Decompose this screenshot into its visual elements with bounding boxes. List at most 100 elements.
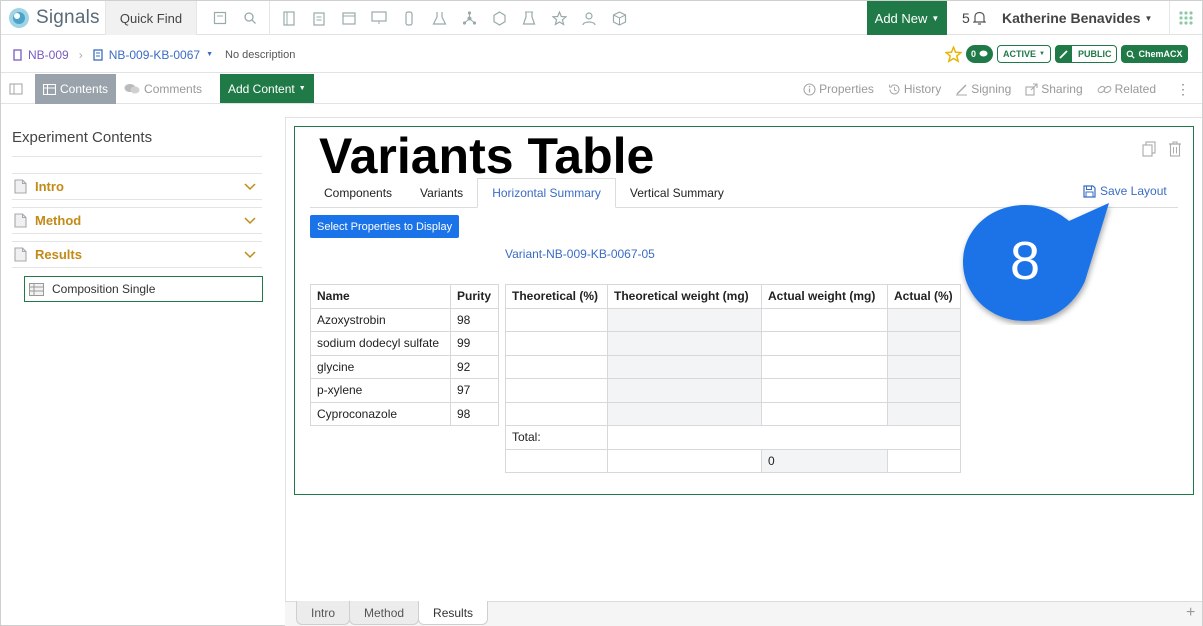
theoretical-pct-cell[interactable]	[505, 307, 608, 332]
save-icon	[1083, 184, 1096, 198]
column-header: Theoretical (%)	[505, 284, 608, 309]
notebook-icon[interactable]	[274, 1, 304, 35]
column-header: Name	[310, 284, 451, 309]
notebook-icon	[13, 48, 22, 61]
component-name: Cyproconazole	[310, 401, 451, 426]
experiment-contents-title: Experiment Contents	[12, 129, 153, 146]
caret-down-icon[interactable]: ▼	[206, 51, 213, 58]
tab-variants[interactable]: Variants	[406, 178, 477, 208]
hexagon-icon[interactable]	[484, 1, 514, 35]
actual-weight-cell[interactable]	[761, 331, 888, 356]
table-row: glycine 92	[310, 354, 499, 379]
actual-weight-cell[interactable]	[761, 401, 888, 426]
top-icon-bar	[205, 1, 634, 35]
history-icon	[888, 83, 901, 96]
actual-weight-cell[interactable]	[761, 307, 888, 332]
active-status-label: ACTIVE	[1003, 49, 1037, 59]
apps-grid-button[interactable]	[1169, 1, 1202, 35]
user-menu[interactable]: Katherine Benavides ▼	[1002, 1, 1152, 35]
trash-icon[interactable]	[1168, 141, 1182, 157]
cube-icon[interactable]	[604, 1, 634, 35]
calculator-icon[interactable]	[205, 1, 235, 35]
properties-button[interactable]: Properties	[803, 82, 874, 96]
add-new-button[interactable]: Add New ▼	[867, 1, 947, 35]
info-icon	[803, 82, 816, 96]
composition-single-item[interactable]: Composition Single	[24, 276, 263, 302]
table-row: sodium dodecyl sulfate 99	[310, 331, 499, 356]
add-content-label: Add Content	[228, 81, 295, 96]
favorite-star-icon[interactable]	[945, 45, 962, 63]
sharing-label: Sharing	[1041, 82, 1083, 96]
comments-tab[interactable]: Comments	[116, 74, 210, 104]
toolbar-right: Properties History Signing Sharing Relat…	[803, 74, 1190, 104]
copy-icon[interactable]	[1142, 141, 1156, 157]
variant-link[interactable]: Variant-NB-009-KB-0067-05	[505, 247, 655, 261]
search-icon[interactable]	[235, 1, 265, 35]
bottom-tab-intro[interactable]: Intro	[296, 601, 351, 625]
chevron-down-icon[interactable]	[244, 250, 256, 259]
theoretical-pct-cell[interactable]	[505, 331, 608, 356]
theoretical-weight-cell	[607, 331, 762, 356]
app-logo[interactable]: Signals	[7, 5, 100, 31]
notifications[interactable]: 5	[962, 1, 986, 35]
total-spacer	[607, 425, 961, 450]
beaker-icon[interactable]	[514, 1, 544, 35]
bottom-tab-method[interactable]: Method	[349, 601, 420, 625]
theoretical-pct-cell[interactable]	[505, 378, 608, 403]
comment-count-badge[interactable]: 0	[966, 45, 994, 63]
breadcrumb-experiment[interactable]: NB-009-KB-0067	[109, 48, 200, 62]
chevron-down-icon[interactable]	[244, 182, 256, 191]
notification-count: 5	[962, 10, 970, 26]
table-row: Cyproconazole 98	[310, 401, 499, 426]
chevron-down-icon[interactable]	[244, 216, 256, 225]
total-actual-pct	[887, 448, 961, 473]
total-label: Total:	[505, 425, 608, 450]
chemacx-search-button[interactable]: ChemACX	[1121, 45, 1188, 63]
related-button[interactable]: Related	[1097, 82, 1156, 96]
more-options-icon[interactable]: ⋮	[1176, 81, 1190, 98]
quick-find-button[interactable]: Quick Find	[105, 1, 197, 35]
theoretical-pct-cell[interactable]	[505, 401, 608, 426]
active-status-dropdown[interactable]: ACTIVE ▼	[997, 45, 1051, 63]
theoretical-pct-cell[interactable]	[505, 354, 608, 379]
tab-components[interactable]: Components	[310, 178, 406, 208]
add-tab-icon[interactable]: +	[1186, 604, 1195, 622]
molecule-icon[interactable]	[454, 1, 484, 35]
section-results[interactable]: Results	[12, 241, 262, 268]
collapse-panel-icon[interactable]	[9, 83, 23, 95]
link-icon	[1097, 83, 1112, 96]
public-status-button[interactable]: PUBLIC	[1054, 45, 1118, 63]
document-icon	[14, 213, 27, 228]
actual-pct-cell	[887, 354, 961, 379]
save-layout-button[interactable]: Save Layout	[1083, 184, 1167, 198]
vial-icon[interactable]	[394, 1, 424, 35]
select-properties-button[interactable]: Select Properties to Display	[310, 215, 460, 238]
actual-weight-cell[interactable]	[761, 354, 888, 379]
history-button[interactable]: History	[888, 82, 941, 96]
actual-weight-cell[interactable]	[761, 378, 888, 403]
section-method[interactable]: Method	[12, 207, 262, 234]
section-intro[interactable]: Intro	[12, 173, 262, 200]
component-purity: 97	[450, 378, 499, 403]
status-area: 0 ACTIVE ▼ PUBLIC ChemACX	[945, 44, 1188, 64]
flask-icon[interactable]	[424, 1, 454, 35]
column-header: Theoretical weight (mg)	[607, 284, 762, 309]
signing-button[interactable]: Signing	[955, 82, 1011, 96]
presentation-icon[interactable]	[364, 1, 394, 35]
contents-tab[interactable]: Contents	[35, 74, 117, 104]
bottom-tab-results[interactable]: Results	[418, 601, 489, 625]
add-content-button[interactable]: Add Content ▼	[220, 74, 314, 103]
tab-horizontal-summary[interactable]: Horizontal Summary	[477, 178, 616, 208]
star-icon[interactable]	[544, 1, 574, 35]
share-icon	[1025, 82, 1038, 96]
tab-vertical-summary[interactable]: Vertical Summary	[616, 178, 738, 208]
table-row	[505, 331, 961, 356]
user-group-icon[interactable]	[574, 1, 604, 35]
sharing-button[interactable]: Sharing	[1025, 82, 1083, 96]
user-name: Katherine Benavides	[1002, 10, 1141, 26]
clipboard-icon[interactable]	[304, 1, 334, 35]
breadcrumb-notebook[interactable]: NB-009	[28, 48, 69, 62]
calendar-icon[interactable]	[334, 1, 364, 35]
experiment-description[interactable]: No description	[225, 49, 295, 61]
comments-icon	[124, 83, 140, 95]
